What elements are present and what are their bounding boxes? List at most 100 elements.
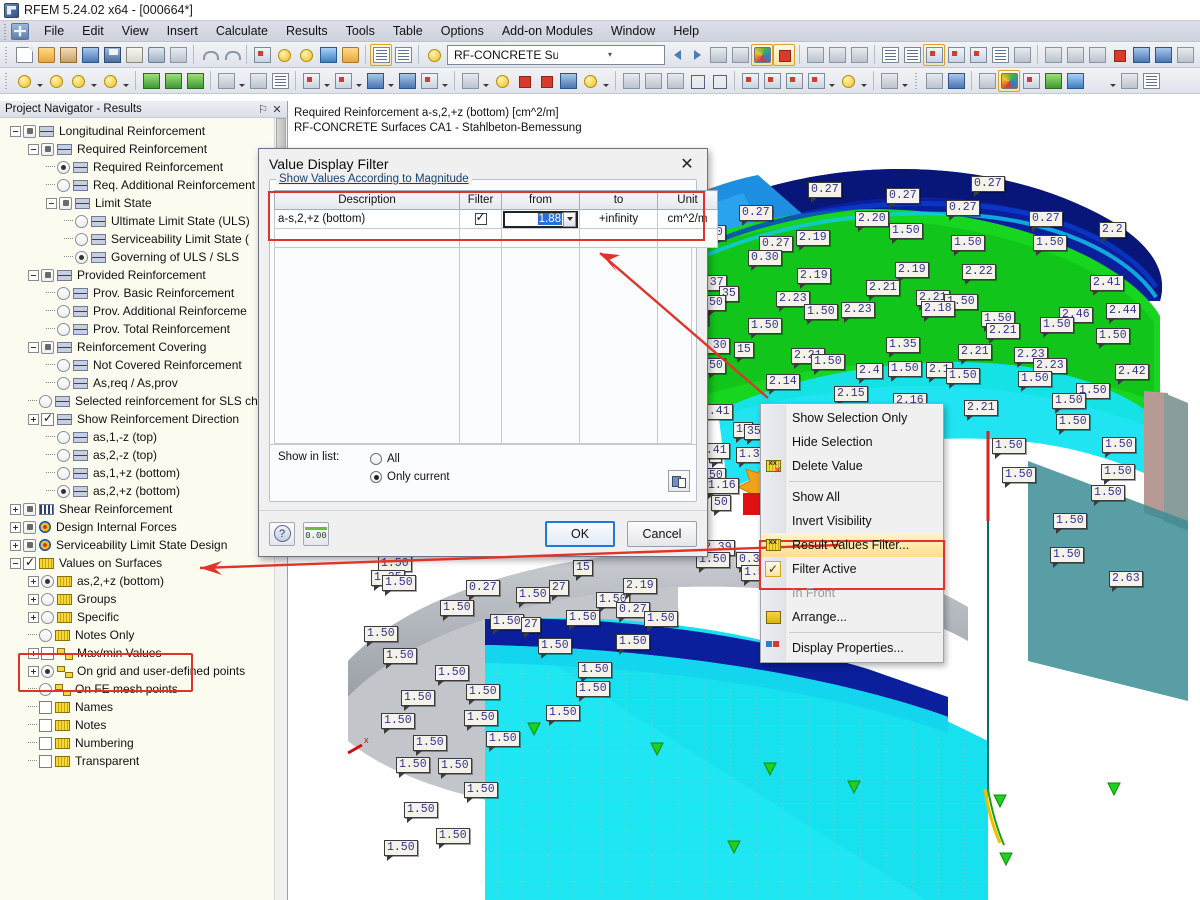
ok-button[interactable]: OK <box>545 520 615 547</box>
value-label[interactable]: 50 <box>711 495 731 516</box>
zoom-all-button[interactable] <box>686 70 708 92</box>
value-label[interactable]: 1.50 <box>1033 235 1067 256</box>
window-button[interactable] <box>339 44 361 66</box>
menu-calculate[interactable]: Calculate <box>207 22 277 40</box>
zoom-tool-button[interactable] <box>273 44 295 66</box>
value-label[interactable]: 1.50 <box>364 626 398 647</box>
tree-item-provided-reinforcement[interactable]: Provided Reinforcement <box>0 266 287 284</box>
rotate-button[interactable] <box>1064 44 1086 66</box>
value-label[interactable]: 1.50 <box>383 648 417 669</box>
chevron-down-icon[interactable] <box>89 70 99 92</box>
value-label[interactable]: 1.50 <box>382 575 416 596</box>
value-label[interactable]: 2.18 <box>921 301 955 322</box>
value-label[interactable]: 1.50 <box>1056 414 1090 435</box>
tree-radio[interactable] <box>57 286 70 300</box>
solid-button[interactable] <box>364 70 386 92</box>
scale-button[interactable] <box>1108 44 1130 66</box>
print-preview-button[interactable] <box>167 44 189 66</box>
tree-state-box[interactable] <box>59 196 72 210</box>
chevron-down-icon[interactable] <box>1108 70 1118 92</box>
tree-item-on-fe-mesh-points[interactable]: On FE mesh points <box>0 680 287 698</box>
menu-item-result-values-filter[interactable]: xx Result Values Filter... <box>761 533 943 557</box>
value-label[interactable]: 15 <box>573 560 593 581</box>
menu-add-on-modules[interactable]: Add-on Modules <box>493 22 602 40</box>
navigator-tree[interactable]: Longitudinal Reinforcement Required Reinf… <box>0 118 287 900</box>
menu-item-hide-selection[interactable]: Hide Selection <box>761 430 943 454</box>
tree-radio[interactable] <box>57 178 70 192</box>
save-button[interactable] <box>101 44 123 66</box>
tree-expander[interactable] <box>10 557 21 569</box>
filter-checkbox[interactable] <box>474 210 487 225</box>
tree-expander[interactable] <box>10 125 21 137</box>
tree-expander[interactable] <box>28 611 39 623</box>
tree-item-as-2-z-top[interactable]: as,2,-z (top) <box>0 446 287 464</box>
tree-expander[interactable] <box>10 521 21 533</box>
value-label[interactable]: 1.50 <box>1053 513 1087 534</box>
menu-edit[interactable]: Edit <box>73 22 113 40</box>
value-label[interactable]: 1.50 <box>748 318 782 339</box>
clipboard-button[interactable] <box>123 44 145 66</box>
support-node-button[interactable] <box>140 70 162 92</box>
solids-result-button[interactable] <box>1020 70 1042 92</box>
value-label[interactable]: 1.50 <box>538 638 572 659</box>
value-label[interactable]: 1.50 <box>576 681 610 702</box>
tree-checkbox[interactable] <box>41 411 54 426</box>
tree-item-serviceability-limit-state[interactable]: Serviceability Limit State ( <box>0 230 287 248</box>
tree-item-required-reinforcement[interactable]: Required Reinforcement <box>0 140 287 158</box>
value-label[interactable]: 2.4 <box>856 363 883 384</box>
tree-expander[interactable] <box>28 269 39 281</box>
menu-help[interactable]: Help <box>664 22 708 40</box>
tree-item-prov-basic-reinforcement[interactable]: Prov. Basic Reinforcement <box>0 284 287 302</box>
value-label[interactable]: 1.50 <box>1040 317 1074 338</box>
tree-expander[interactable] <box>28 143 39 155</box>
select-button[interactable] <box>317 44 339 66</box>
dimension-button[interactable] <box>1011 44 1033 66</box>
value-label[interactable]: 1.50 <box>436 828 470 849</box>
value-label[interactable]: 27 <box>549 580 569 601</box>
chevron-down-icon[interactable] <box>386 70 396 92</box>
render-mode-button[interactable] <box>620 70 642 92</box>
glasses-button[interactable] <box>804 44 826 66</box>
value-label[interactable]: 0.27 <box>971 176 1005 197</box>
next-result-button[interactable] <box>687 44 707 66</box>
values-xxx-button[interactable] <box>729 44 751 66</box>
tree-item-on-grid-and-user-defined-points[interactable]: On grid and user-defined points <box>0 662 287 680</box>
menubar-grip[interactable] <box>2 22 9 40</box>
support-button[interactable] <box>826 44 848 66</box>
cancel-button[interactable]: Cancel <box>627 520 697 547</box>
tree-item-as-2-z-bottom[interactable]: as,2,+z (bottom) <box>0 482 287 500</box>
chevron-down-icon[interactable] <box>601 70 611 92</box>
tree-item-design-internal-forces[interactable]: Design Internal Forces <box>0 518 287 536</box>
undo-button[interactable] <box>198 44 220 66</box>
menu-tools[interactable]: Tools <box>337 22 384 40</box>
axis-y-button[interactable] <box>967 44 989 66</box>
value-label[interactable]: 2.19 <box>797 268 831 289</box>
show-results-button[interactable] <box>751 43 773 66</box>
chevron-down-icon[interactable] <box>35 70 45 92</box>
value-label[interactable]: 1.50 <box>396 757 430 778</box>
value-label[interactable]: 1.50 <box>546 705 580 726</box>
menu-item-arrange[interactable]: Arrange... <box>761 605 943 629</box>
mesh-refine-button[interactable] <box>513 70 535 92</box>
value-label[interactable]: 50 <box>706 295 726 316</box>
chevron-down-icon[interactable] <box>900 70 910 92</box>
value-label[interactable]: 0.27 <box>739 205 773 226</box>
value-label[interactable]: 1.50 <box>440 600 474 621</box>
value-display-filter-dialog[interactable]: Value Display Filter ✕ Show Values Accor… <box>258 148 718 557</box>
toolbar-grip[interactable] <box>913 70 920 91</box>
tree-expander[interactable] <box>28 593 39 605</box>
tree-item-numbering[interactable]: Numbering <box>0 734 287 752</box>
member-button[interactable] <box>67 70 89 92</box>
tree-item-transparent[interactable]: Transparent <box>0 752 287 770</box>
menu-item-filter-active[interactable]: ✓ Filter Active <box>761 557 943 581</box>
value-label[interactable]: 2.21 <box>866 280 900 301</box>
close-icon[interactable]: ✕ <box>270 103 284 116</box>
value-label[interactable]: 2.42 <box>1115 364 1149 385</box>
info-button[interactable] <box>1130 44 1152 66</box>
tree-checkbox[interactable] <box>41 646 54 660</box>
menu-item-delete-value[interactable]: xx ✕ Delete Value <box>761 454 943 478</box>
chevron-down-icon[interactable]: ▾ <box>558 50 662 59</box>
tree-item-governing-of-uls-sls[interactable]: Governing of ULS / SLS <box>0 248 287 266</box>
value-label[interactable]: 1.50 <box>578 662 612 683</box>
from-spinner[interactable]: 1.88 <box>503 210 578 228</box>
